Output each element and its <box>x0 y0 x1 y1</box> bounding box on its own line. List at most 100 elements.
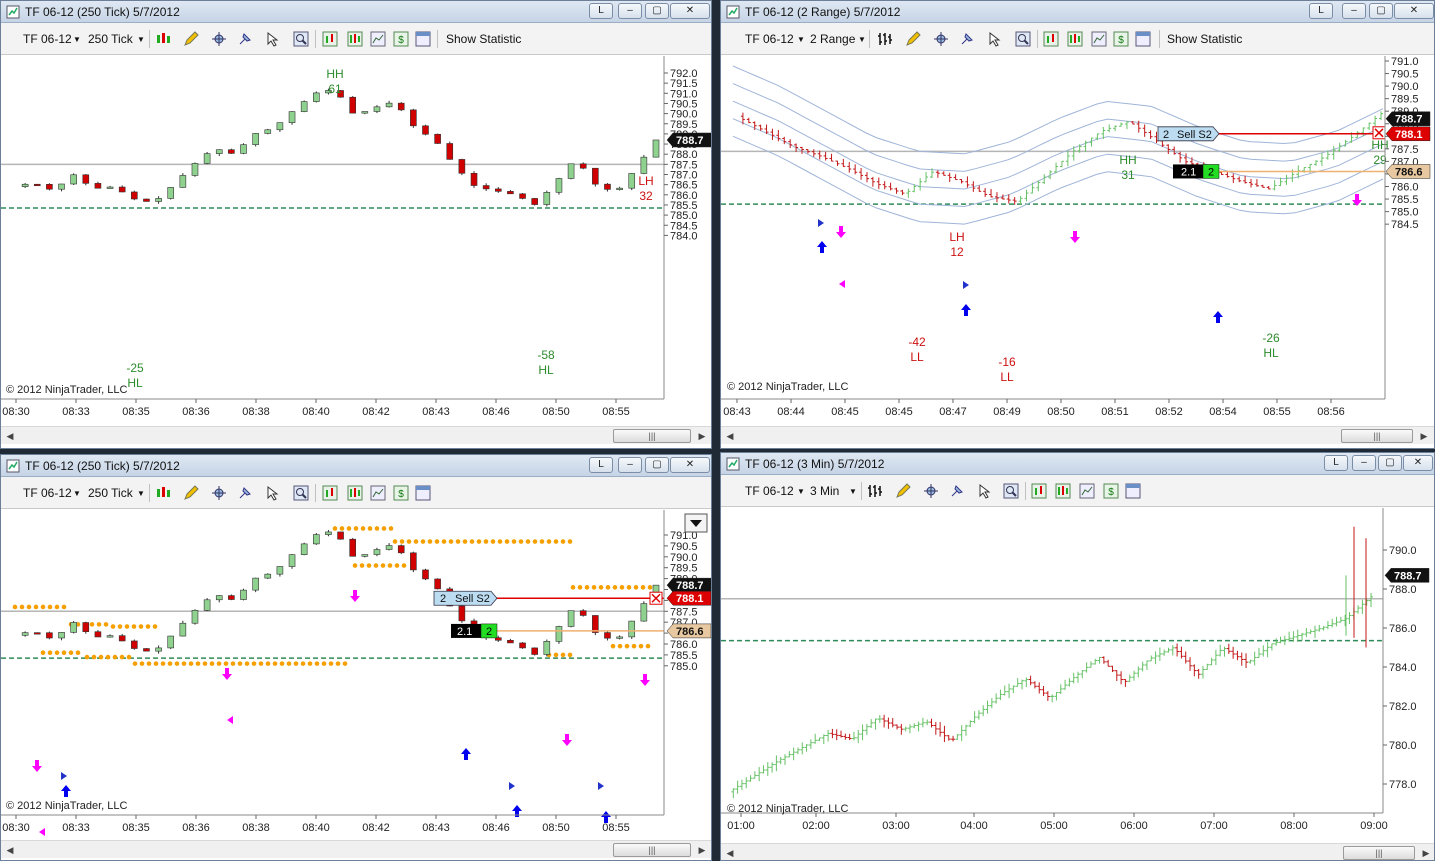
strategies-icon[interactable] <box>1055 483 1071 499</box>
scroll-right-icon[interactable]: ▶ <box>1417 429 1431 443</box>
minimize-button[interactable]: – <box>618 3 642 19</box>
pin-icon[interactable] <box>237 485 253 501</box>
dollar-icon[interactable]: $ <box>393 485 409 501</box>
maximize-button[interactable]: ▢ <box>645 457 669 473</box>
bar-style-icon[interactable] <box>155 31 171 47</box>
price-chart[interactable]: 2Sell S22.12791.0790.5790.0789.5789.0788… <box>1 510 711 840</box>
indicators-icon[interactable] <box>1043 31 1059 47</box>
dollar-icon[interactable]: $ <box>1113 31 1129 47</box>
crosshair-icon[interactable] <box>923 483 939 499</box>
pin-icon[interactable] <box>959 31 975 47</box>
minimize-button[interactable]: – <box>618 457 642 473</box>
indicators-icon[interactable] <box>1031 483 1047 499</box>
scroll-left-icon[interactable]: ◀ <box>3 843 17 857</box>
link-button[interactable]: L <box>1309 3 1333 19</box>
properties-icon[interactable] <box>1135 31 1151 47</box>
strategies-icon[interactable] <box>1067 31 1083 47</box>
interval-dropdown-icon[interactable]: ▼ <box>137 35 145 44</box>
scroll-left-icon[interactable]: ◀ <box>723 846 737 860</box>
indicators-icon[interactable] <box>322 31 338 47</box>
scroll-thumb[interactable]: ||| <box>1343 846 1415 860</box>
show-statistic-button[interactable]: Show Statistic <box>446 32 521 46</box>
minimize-button[interactable]: – <box>1352 455 1376 471</box>
horizontal-scrollbar[interactable]: ◀ ||| ▶ <box>721 426 1434 444</box>
dollar-icon[interactable]: $ <box>393 31 409 47</box>
pencil-icon[interactable] <box>183 31 199 47</box>
dollar-icon[interactable]: $ <box>1103 483 1119 499</box>
interval-dropdown-icon[interactable]: ▼ <box>137 489 145 498</box>
pencil-icon[interactable] <box>895 483 911 499</box>
close-button[interactable]: ✕ <box>670 3 710 19</box>
interval-dropdown-icon[interactable]: ▼ <box>849 487 857 496</box>
close-button[interactable]: ✕ <box>670 457 710 473</box>
minimize-button[interactable]: – <box>1342 3 1366 19</box>
strategies-icon[interactable] <box>347 31 363 47</box>
horizontal-scrollbar[interactable]: ◀ ||| ▶ <box>721 843 1434 860</box>
chart-icon[interactable] <box>370 31 386 47</box>
link-button[interactable]: L <box>589 3 613 19</box>
properties-icon[interactable] <box>1125 483 1141 499</box>
interval-selector[interactable]: 250 Tick <box>88 32 133 46</box>
chart-window-2[interactable]: TF 06-12 (2 Range) 5/7/2012 L – ▢ ✕ TF 0… <box>720 0 1435 449</box>
interval-selector[interactable]: 250 Tick <box>88 486 133 500</box>
scroll-right-icon[interactable]: ▶ <box>695 843 709 857</box>
scroll-thumb[interactable]: ||| <box>613 843 691 857</box>
bar-style-icon[interactable] <box>867 483 883 499</box>
interval-dropdown-icon[interactable]: ▼ <box>858 35 866 44</box>
scroll-thumb[interactable]: ||| <box>613 429 691 443</box>
instrument-selector[interactable]: TF 06-12 <box>745 32 794 46</box>
chart-icon[interactable] <box>1079 483 1095 499</box>
cursor-icon[interactable] <box>977 483 993 499</box>
interval-selector[interactable]: 3 Min <box>810 484 839 498</box>
link-button[interactable]: L <box>1324 455 1348 471</box>
pin-icon[interactable] <box>237 31 253 47</box>
crosshair-icon[interactable] <box>211 485 227 501</box>
chart-window-1[interactable]: TF 06-12 (250 Tick) 5/7/2012 L – ▢ ✕ TF … <box>0 0 712 449</box>
instrument-dropdown-icon[interactable]: ▼ <box>797 487 805 496</box>
title-bar[interactable]: TF 06-12 (250 Tick) 5/7/2012 L – ▢ ✕ <box>1 455 711 477</box>
interval-selector[interactable]: 2 Range <box>810 32 855 46</box>
cursor-icon[interactable] <box>265 485 281 501</box>
price-chart[interactable]: 790.0 788.0 786.0 784.0 782.0 780.0 778.0 01:00… <box>721 508 1434 843</box>
crosshair-icon[interactable] <box>211 31 227 47</box>
instrument-selector[interactable]: TF 06-12 <box>23 486 72 500</box>
link-button[interactable]: L <box>589 457 613 473</box>
bar-style-icon[interactable] <box>877 31 893 47</box>
properties-icon[interactable] <box>415 485 431 501</box>
crosshair-icon[interactable] <box>933 31 949 47</box>
horizontal-scrollbar[interactable]: ◀ ||| ▶ <box>1 840 711 858</box>
price-chart[interactable]: HH61-25HL-58HLLH32792.0791.5791.0790.579… <box>1 56 711 426</box>
chart-window-4[interactable]: TF 06-12 (3 Min) 5/7/2012 L – ▢ ✕ TF 06-… <box>720 452 1435 861</box>
title-bar[interactable]: TF 06-12 (3 Min) 5/7/2012 L – ▢ ✕ <box>721 453 1434 475</box>
chart-window-3[interactable]: TF 06-12 (250 Tick) 5/7/2012 L – ▢ ✕ TF … <box>0 454 712 861</box>
chart-icon[interactable] <box>1091 31 1107 47</box>
instrument-dropdown-icon[interactable]: ▼ <box>73 35 81 44</box>
instrument-dropdown-icon[interactable]: ▼ <box>797 35 805 44</box>
title-bar[interactable]: TF 06-12 (2 Range) 5/7/2012 L – ▢ ✕ <box>721 1 1434 23</box>
horizontal-scrollbar[interactable]: ◀ ||| ▶ <box>1 426 711 444</box>
show-statistic-button[interactable]: Show Statistic <box>1167 32 1242 46</box>
maximize-button[interactable]: ▢ <box>645 3 669 19</box>
chart-icon[interactable] <box>370 485 386 501</box>
indicators-icon[interactable] <box>322 485 338 501</box>
close-button[interactable]: ✕ <box>1394 3 1434 19</box>
scroll-left-icon[interactable]: ◀ <box>723 429 737 443</box>
pin-icon[interactable] <box>949 483 965 499</box>
maximize-button[interactable]: ▢ <box>1378 455 1402 471</box>
close-button[interactable]: ✕ <box>1403 455 1433 471</box>
properties-icon[interactable] <box>415 31 431 47</box>
strategies-icon[interactable] <box>347 485 363 501</box>
scroll-left-icon[interactable]: ◀ <box>3 429 17 443</box>
title-bar[interactable]: TF 06-12 (250 Tick) 5/7/2012 L – ▢ ✕ <box>1 1 711 23</box>
cursor-icon[interactable] <box>987 31 1003 47</box>
maximize-button[interactable]: ▢ <box>1369 3 1393 19</box>
bar-style-icon[interactable] <box>155 485 171 501</box>
zoom-icon[interactable] <box>293 31 309 47</box>
zoom-icon[interactable] <box>1015 31 1031 47</box>
scroll-thumb[interactable]: ||| <box>1341 429 1413 443</box>
instrument-dropdown-icon[interactable]: ▼ <box>73 489 81 498</box>
pencil-icon[interactable] <box>905 31 921 47</box>
scroll-right-icon[interactable]: ▶ <box>1419 846 1433 860</box>
scroll-right-icon[interactable]: ▶ <box>695 429 709 443</box>
zoom-icon[interactable] <box>293 485 309 501</box>
